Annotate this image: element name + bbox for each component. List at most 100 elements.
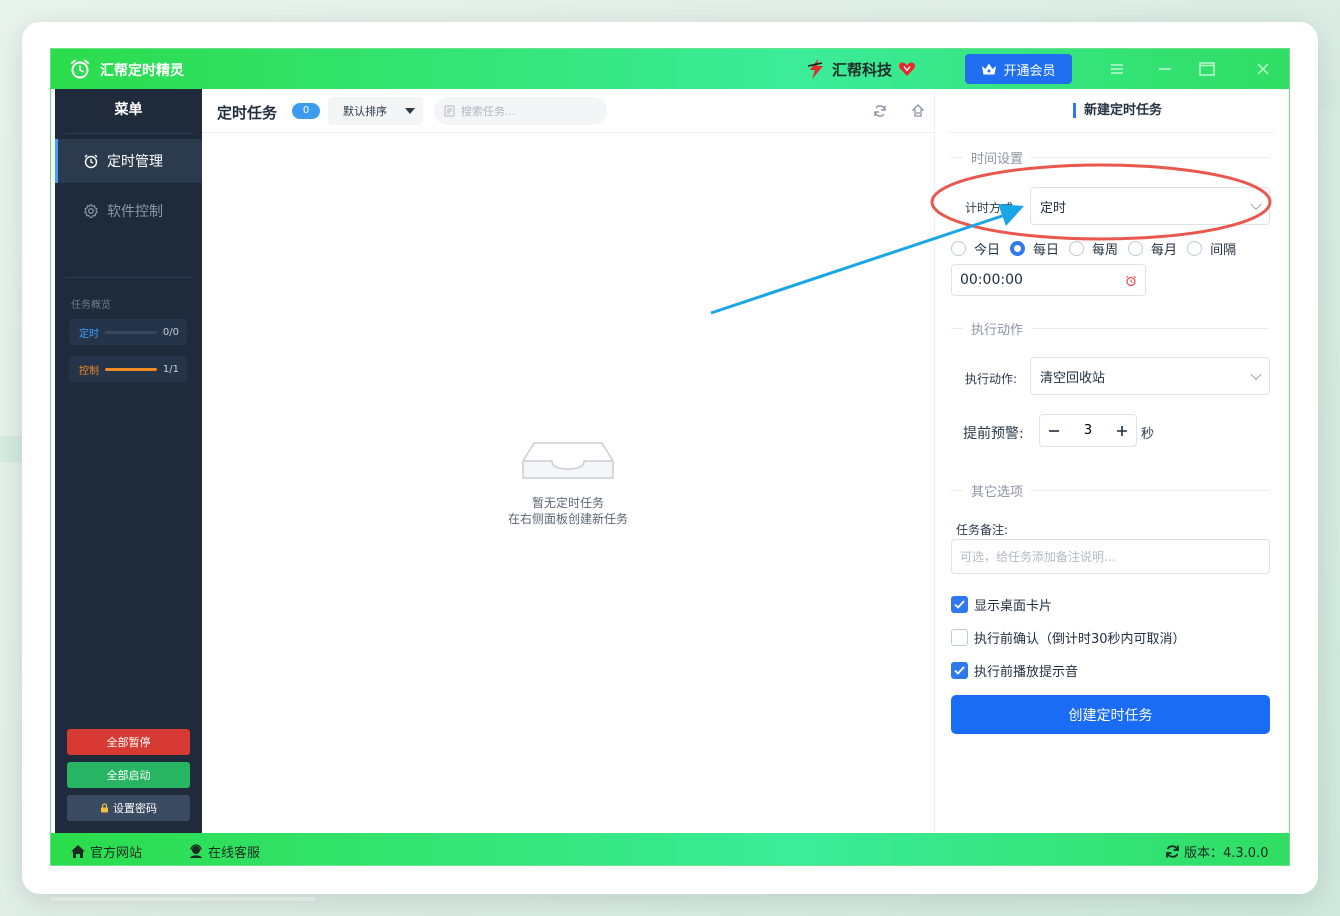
menu-title: 菜单 bbox=[114, 102, 143, 118]
radio-monthly[interactable]: 每月 bbox=[1128, 239, 1177, 258]
sidebar-item-timer-management[interactable]: 定时管理 bbox=[55, 139, 202, 183]
minus-icon[interactable] bbox=[1048, 425, 1060, 437]
vip-button[interactable]: 开通会员 bbox=[965, 54, 1072, 84]
update-icon bbox=[1166, 845, 1179, 858]
search-box bbox=[434, 97, 607, 125]
brand-name: 汇帮科技 bbox=[832, 60, 893, 79]
version-info: 版本：4.3.0.0 bbox=[1165, 842, 1268, 861]
checkbox-confirm-before-run[interactable]: 执行前确认（倒计时30秒内可取消） bbox=[951, 628, 1186, 647]
timing-mode-label: 计时方式: bbox=[965, 201, 1018, 215]
close-button[interactable] bbox=[1253, 59, 1273, 79]
time-input[interactable]: 00:00:00 bbox=[951, 264, 1146, 296]
panel-title: 新建定时任务 bbox=[1073, 103, 1162, 118]
overview-progress bbox=[105, 330, 157, 334]
brand-logo-icon bbox=[807, 59, 823, 79]
checkbox-unchecked bbox=[951, 629, 968, 646]
new-task-header: 新建定时任务 bbox=[947, 89, 1274, 133]
home-icon bbox=[71, 845, 85, 858]
official-website-label: 官方网站 bbox=[90, 846, 143, 861]
page-title: 定时任务 bbox=[217, 104, 278, 122]
timing-mode-value: 定时 bbox=[1040, 200, 1067, 216]
maximize-button[interactable] bbox=[1197, 59, 1217, 79]
online-support-link[interactable]: 在线客服 bbox=[188, 842, 260, 861]
hamburger-icon bbox=[1111, 64, 1123, 74]
create-task-button[interactable]: 创建定时任务 bbox=[951, 695, 1270, 734]
menu-button[interactable] bbox=[1107, 59, 1127, 79]
alarm-clock-icon bbox=[1126, 275, 1136, 287]
alarm-clock-icon bbox=[84, 154, 98, 169]
minimize-button[interactable] bbox=[1155, 59, 1175, 79]
vip-button-label: 开通会员 bbox=[1003, 63, 1056, 79]
app-window: 汇帮定时精灵 汇帮科技 开通会员 菜单 定时管理 软件控制 任务概览 定时 0/… bbox=[50, 48, 1290, 866]
section-title: 执行动作 bbox=[971, 323, 1024, 338]
sidebar-item-software-control[interactable]: 软件控制 bbox=[55, 189, 202, 233]
plus-icon[interactable] bbox=[1116, 425, 1128, 437]
online-support-label: 在线客服 bbox=[208, 846, 261, 861]
sidebar: 菜单 定时管理 软件控制 任务概览 定时 0/0 控制 1/1 全部暂停 全部启… bbox=[55, 89, 202, 833]
official-website-link[interactable]: 官方网站 bbox=[70, 842, 142, 861]
radio-today[interactable]: 今日 bbox=[951, 239, 1000, 258]
sort-dropdown-label: 默认排序 bbox=[343, 105, 387, 118]
overview-count: 0/0 bbox=[162, 326, 179, 338]
warning-value[interactable]: 3 bbox=[1084, 423, 1092, 438]
start-all-button[interactable]: 全部启动 bbox=[67, 762, 190, 788]
timing-mode-select[interactable]: 定时 bbox=[1030, 187, 1270, 225]
radio-label: 间隔 bbox=[1210, 243, 1237, 258]
empty-state-hint: 在右侧面板创建新任务 bbox=[507, 512, 628, 526]
section-action: 执行动作 bbox=[951, 319, 1269, 338]
radio-button bbox=[1187, 241, 1203, 256]
pause-all-label: 全部暂停 bbox=[106, 736, 151, 749]
set-password-button[interactable]: 设置密码 bbox=[67, 795, 190, 821]
divider bbox=[1031, 328, 1269, 329]
action-label: 执行动作: bbox=[965, 372, 1018, 386]
radio-interval[interactable]: 间隔 bbox=[1187, 239, 1236, 258]
warning-unit: 秒 bbox=[1141, 427, 1155, 442]
close-icon bbox=[1257, 63, 1269, 75]
maximize-icon bbox=[1199, 62, 1215, 76]
checkbox-label: 执行前播放提示音 bbox=[974, 665, 1079, 680]
radio-label: 每周 bbox=[1092, 243, 1119, 258]
checkbox-label: 执行前确认（倒计时30秒内可取消） bbox=[974, 632, 1186, 647]
divider bbox=[65, 133, 192, 134]
radio-label: 每日 bbox=[1033, 243, 1060, 258]
gear-icon bbox=[83, 203, 99, 218]
divider bbox=[951, 328, 963, 329]
refresh-icon bbox=[874, 105, 886, 117]
task-list-panel: 定时任务 0 默认排序 搜索任务... 暂无定时任务 在右侧面板创建新任务 bbox=[202, 89, 960, 833]
radio-button bbox=[1069, 241, 1085, 256]
empty-inbox-icon bbox=[522, 442, 614, 479]
frequency-radio-group: 今日 每日 每周 每月 间隔 bbox=[951, 239, 1238, 258]
start-all-label: 全部启动 bbox=[106, 769, 151, 782]
section-other-options: 其它选项 bbox=[951, 481, 1269, 500]
chevron-down-icon bbox=[1250, 198, 1262, 211]
radio-daily[interactable]: 每日 bbox=[1010, 239, 1059, 258]
section-title: 时间设置 bbox=[971, 152, 1024, 167]
pause-all-button[interactable]: 全部暂停 bbox=[67, 729, 190, 755]
refresh-button[interactable] bbox=[871, 102, 889, 120]
radio-weekly[interactable]: 每周 bbox=[1069, 239, 1118, 258]
action-value: 清空回收站 bbox=[1040, 370, 1106, 386]
broom-icon bbox=[911, 104, 925, 117]
support-agent-icon bbox=[190, 844, 202, 858]
checkbox-label: 显示桌面卡片 bbox=[974, 599, 1053, 614]
checkbox-play-sound[interactable]: 执行前播放提示音 bbox=[951, 661, 1078, 680]
search-input[interactable] bbox=[461, 104, 591, 118]
action-select[interactable]: 清空回收站 bbox=[1030, 357, 1270, 395]
note-label: 任务备注: bbox=[956, 523, 1009, 537]
divider bbox=[1031, 157, 1269, 158]
background-strip bbox=[1318, 80, 1340, 110]
overview-label: 定时 bbox=[79, 328, 99, 340]
clear-button[interactable] bbox=[909, 102, 927, 120]
chevron-down-icon bbox=[1250, 368, 1262, 381]
empty-state-title: 暂无定时任务 bbox=[531, 496, 604, 510]
section-time-settings: 时间设置 bbox=[951, 148, 1269, 167]
divider bbox=[1031, 490, 1269, 491]
overview-label: 控制 bbox=[79, 365, 99, 377]
overview-count: 1/1 bbox=[162, 363, 179, 375]
sort-dropdown[interactable]: 默认排序 bbox=[328, 97, 423, 125]
overview-progress bbox=[105, 367, 157, 371]
radio-label: 今日 bbox=[974, 243, 1001, 258]
note-input[interactable] bbox=[960, 549, 1261, 564]
checkbox-show-desktop-card[interactable]: 显示桌面卡片 bbox=[951, 595, 1052, 614]
radio-label: 每月 bbox=[1151, 243, 1178, 258]
